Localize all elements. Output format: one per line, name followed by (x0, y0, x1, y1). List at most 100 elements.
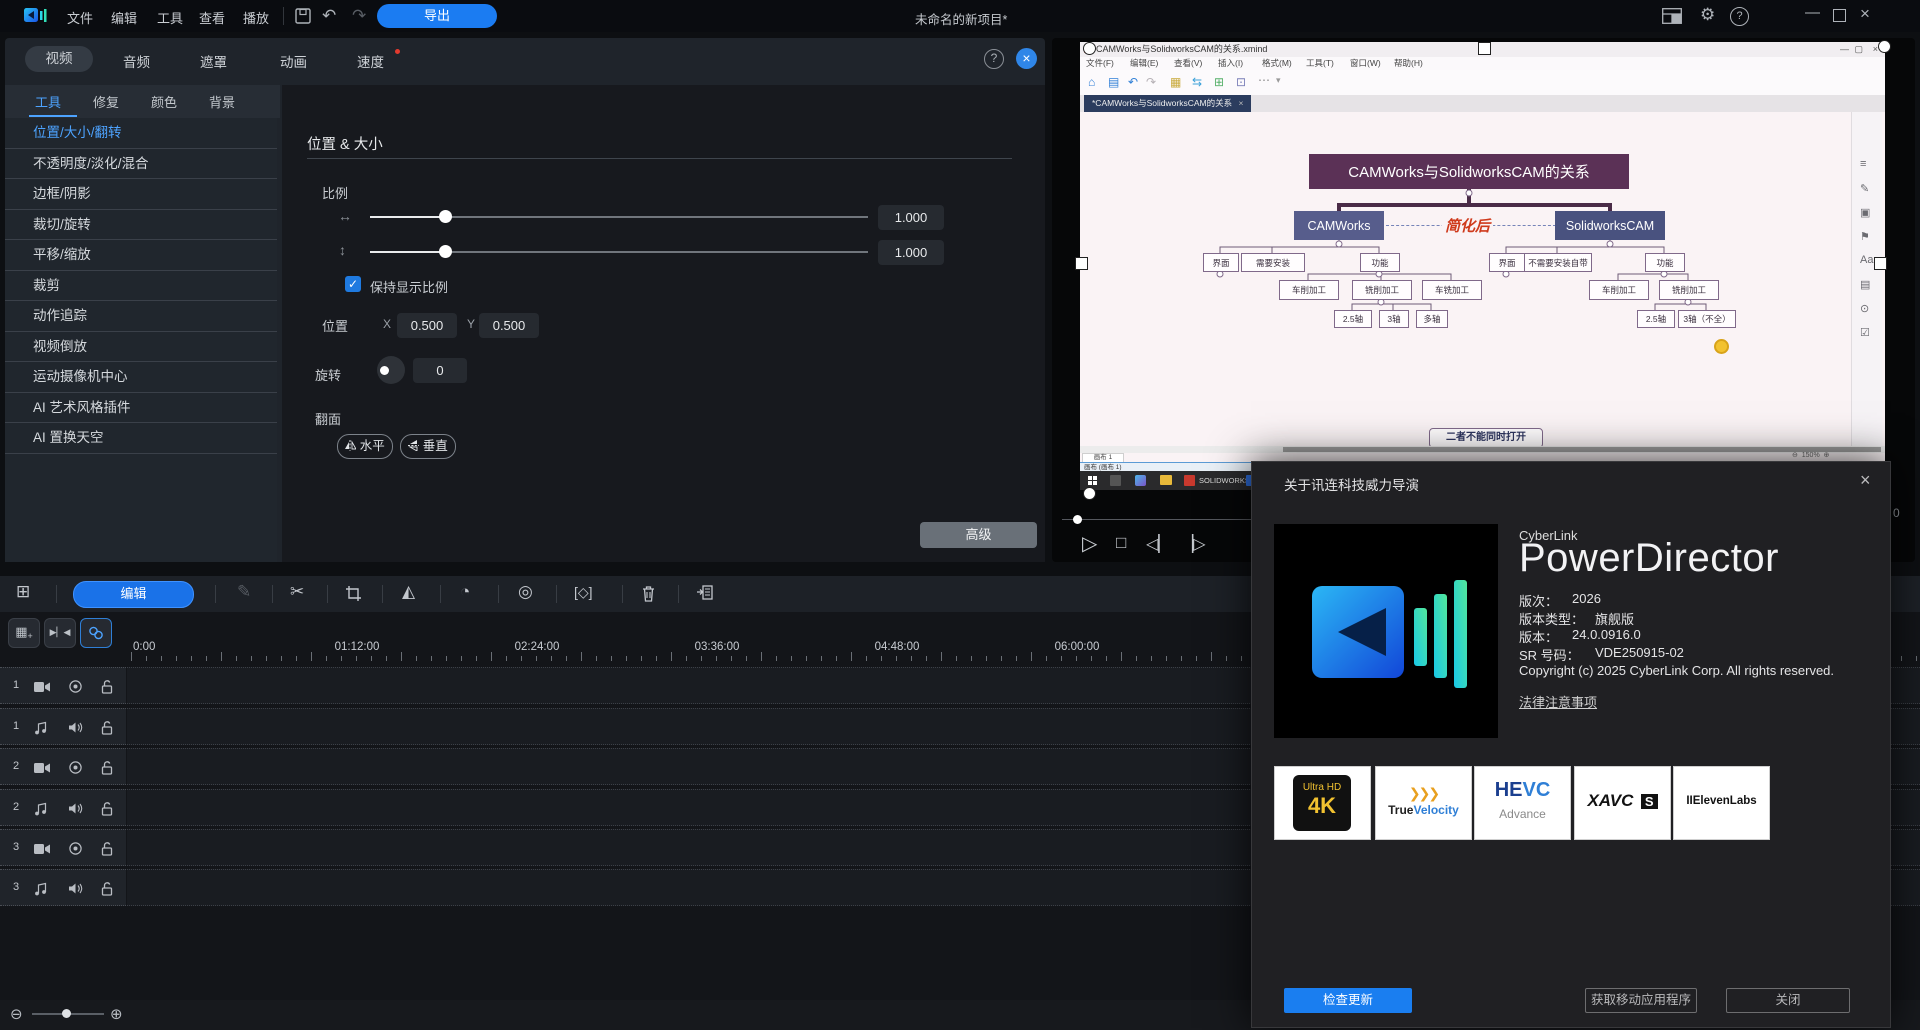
tool-item[interactable]: 位置/大小/翻转 (5, 118, 277, 149)
xmind-document-tab[interactable]: *CAMWorks与SolidworksCAM的关系 × (1084, 95, 1251, 112)
mindmap-node[interactable]: CAMWorks (1294, 211, 1384, 240)
tool-item[interactable]: 边框/阴影 (5, 179, 277, 210)
tool-item[interactable]: 裁剪 (5, 271, 277, 302)
xmind-sidebar-style-icon[interactable]: ✎ (1860, 182, 1869, 195)
tab-video[interactable]: 视频 (25, 46, 93, 72)
tab-mask[interactable]: 遮罩 (200, 51, 227, 71)
xmind-sidebar-format-icon[interactable]: ≡ (1860, 158, 1866, 170)
tab-animation[interactable]: 动画 (280, 51, 307, 71)
xmind-sidebar-note-icon[interactable]: ▤ (1860, 278, 1870, 291)
mindmap-node[interactable]: 车铣加工 (1422, 280, 1482, 300)
mindmap-node[interactable]: 界面 (1203, 253, 1239, 272)
track-mute-icon[interactable] (68, 802, 83, 820)
subtab-tools[interactable]: 工具 (35, 92, 61, 111)
panel-close-icon[interactable]: × (1016, 48, 1037, 69)
mindmap-node[interactable]: 3轴（不全） (1678, 310, 1736, 328)
xmind-tab-close-icon[interactable]: × (1238, 98, 1243, 108)
xmind-menu-item[interactable]: 帮助(H) (1394, 57, 1423, 70)
position-y-input[interactable]: 0.500 (479, 313, 539, 338)
zoom-in-icon[interactable]: ⊕ (110, 1005, 123, 1023)
track-lock-icon[interactable] (100, 760, 114, 780)
room-toggle-icon[interactable]: ⊞ (16, 582, 30, 602)
dialog-close-button[interactable]: 关闭 (1726, 988, 1850, 1013)
selection-handle-left-middle[interactable] (1075, 257, 1088, 270)
close-button[interactable]: × (1860, 4, 1870, 24)
track-lock-icon[interactable] (100, 881, 114, 901)
mindmap-node[interactable]: 3轴 (1379, 310, 1409, 328)
mindmap-node[interactable]: 铣削加工 (1659, 280, 1719, 300)
keep-ratio-checkbox[interactable]: ✓ (345, 276, 361, 292)
menu-play[interactable]: 播放 (243, 8, 269, 27)
add-track-button[interactable]: ▦+ (8, 618, 40, 648)
flip-horizontal-button[interactable]: 水平 (337, 434, 393, 459)
xmind-menu-item[interactable]: 窗口(W) (1350, 57, 1381, 70)
subtab-color[interactable]: 颜色 (151, 92, 177, 111)
flip-vertical-button[interactable]: 垂直 (400, 434, 456, 459)
split-icon[interactable]: ✂ (290, 582, 304, 602)
mindmap-node[interactable]: 多轴 (1416, 310, 1448, 328)
xmind-sidebar-text-icon[interactable]: Aa (1860, 254, 1873, 266)
menu-file[interactable]: 文件 (67, 8, 93, 27)
xmind-menu-item[interactable]: 文件(F) (1086, 57, 1114, 70)
tool-item[interactable]: 裁切/旋转 (5, 210, 277, 241)
advanced-button[interactable]: 高级 (920, 522, 1037, 548)
delete-icon[interactable] (640, 584, 657, 603)
help-icon[interactable]: ? (1730, 7, 1749, 26)
redo-icon[interactable]: ↷ (352, 6, 366, 26)
tool-item[interactable]: 视频倒放 (5, 332, 277, 363)
tool-item[interactable]: 不透明度/淡化/混合 (5, 149, 277, 180)
track-mute-icon[interactable] (68, 882, 83, 900)
draw-tool-icon[interactable]: ✎ (237, 582, 251, 602)
height-scale-value[interactable]: 1.000 (878, 240, 944, 265)
keyframe-icon[interactable]: [◇] (574, 584, 593, 601)
xmind-sidebar-task-icon[interactable]: ☑ (1860, 326, 1870, 339)
dialog-close-icon[interactable]: × (1860, 470, 1871, 491)
mindmap-node[interactable]: CAMWorks与SolidworksCAM的关系 (1309, 154, 1629, 189)
selection-handle-right-middle[interactable] (1874, 257, 1887, 270)
panel-help-icon[interactable]: ? (984, 49, 1004, 69)
tool-item[interactable]: AI 艺术风格插件 (5, 393, 277, 424)
mindmap-node[interactable]: 需要安装 (1241, 253, 1305, 272)
xmind-menu-item[interactable]: 编辑(E) (1130, 57, 1158, 70)
menu-tools[interactable]: 工具 (157, 8, 183, 27)
save-icon[interactable] (294, 7, 312, 25)
mindmap-node[interactable]: 不需要安装自带 (1524, 253, 1592, 272)
height-slider-thumb[interactable] (439, 245, 452, 258)
subtab-background[interactable]: 背景 (209, 92, 235, 111)
tool-item[interactable]: 平移/缩放 (5, 240, 277, 271)
zoom-out-icon[interactable]: ⊖ (10, 1005, 23, 1023)
track-visibility-icon[interactable] (68, 842, 83, 860)
track-visibility-icon[interactable] (68, 761, 83, 779)
export-button[interactable]: 导出 (377, 4, 497, 28)
rotation-value[interactable]: 0 (413, 358, 467, 383)
rotation-knob[interactable] (377, 356, 405, 384)
xmind-sidebar-comment-icon[interactable]: ⊙ (1860, 302, 1869, 315)
gear-icon[interactable]: ⚙ (1700, 5, 1715, 25)
selection-handle-top-center[interactable] (1478, 42, 1491, 55)
next-frame-button[interactable]: ▕▷ (1181, 534, 1206, 554)
subtab-fix[interactable]: 修复 (93, 92, 119, 111)
crop-icon[interactable] (345, 585, 362, 602)
mindmap-node[interactable]: 车削加工 (1279, 280, 1339, 300)
restore-button[interactable] (1833, 9, 1846, 22)
track-mute-icon[interactable] (68, 721, 83, 739)
xmind-sidebar-marker-icon[interactable]: ⚑ (1860, 230, 1870, 243)
xmind-menu-item[interactable]: 工具(T) (1306, 57, 1334, 70)
menu-edit[interactable]: 编辑 (111, 8, 137, 27)
play-button[interactable]: ▷ (1082, 531, 1097, 556)
width-slider-thumb[interactable] (439, 210, 452, 223)
position-x-input[interactable]: 0.500 (397, 313, 457, 338)
xmind-sidebar-image-icon[interactable]: ▣ (1860, 206, 1870, 219)
selection-handle-bottom-left[interactable] (1083, 487, 1096, 500)
mindmap-node[interactable]: 铣削加工 (1352, 280, 1412, 300)
get-mobile-app-button[interactable]: 获取移动应用程序 (1585, 988, 1697, 1013)
mindmap-node[interactable]: 功能 (1360, 253, 1400, 272)
tab-audio[interactable]: 音频 (123, 51, 150, 71)
xmind-menu-item[interactable]: 查看(V) (1174, 57, 1202, 70)
xmind-menu-item[interactable]: 格式(M) (1262, 57, 1292, 70)
minimize-button[interactable]: — (1805, 4, 1820, 21)
tab-speed[interactable]: 速度 (357, 51, 384, 71)
layout-icon[interactable] (1662, 8, 1682, 24)
track-lock-icon[interactable] (100, 720, 114, 740)
undo-icon[interactable]: ↶ (322, 6, 336, 26)
